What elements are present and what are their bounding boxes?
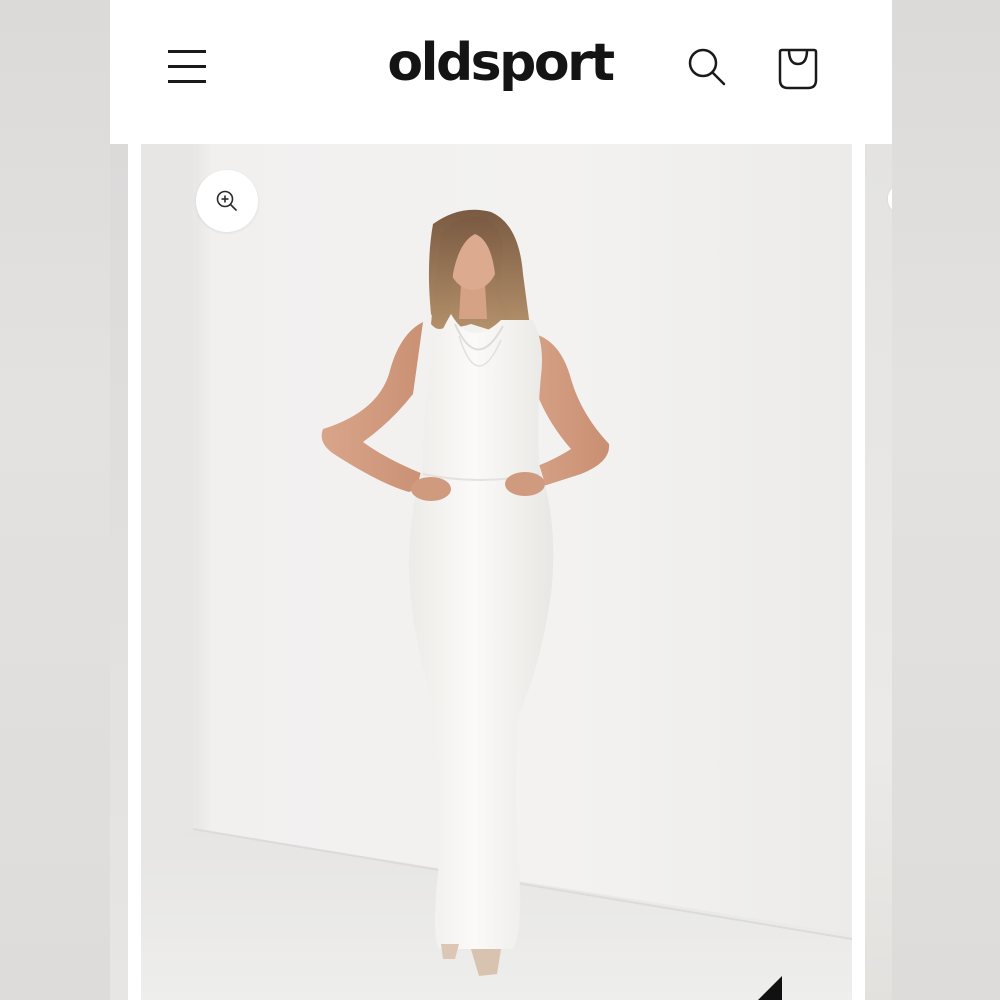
blurred-backdrop-left bbox=[0, 0, 110, 1000]
previous-slide-peek[interactable] bbox=[110, 144, 128, 1000]
product-gallery[interactable] bbox=[110, 140, 892, 1000]
mobile-page: oldsport bbox=[110, 0, 892, 1000]
corner-badge bbox=[758, 976, 782, 1000]
zoom-button[interactable] bbox=[196, 170, 258, 232]
hamburger-menu-icon-line bbox=[168, 50, 206, 53]
blurred-backdrop-right bbox=[892, 0, 1000, 1000]
next-slide-peek[interactable] bbox=[865, 144, 892, 1000]
brand-logo[interactable]: oldsport bbox=[370, 28, 630, 98]
search-button[interactable] bbox=[684, 44, 734, 94]
zoom-in-icon bbox=[216, 190, 237, 211]
product-photo[interactable] bbox=[141, 144, 852, 1000]
cart-button[interactable] bbox=[774, 42, 822, 92]
site-header: oldsport bbox=[110, 0, 892, 140]
menu-button[interactable] bbox=[166, 44, 210, 88]
shopping-bag-icon bbox=[778, 48, 818, 90]
hamburger-menu-icon-line bbox=[168, 80, 206, 83]
hamburger-menu-icon-line bbox=[168, 65, 206, 68]
search-icon bbox=[688, 48, 726, 86]
model-photo-illustration bbox=[141, 144, 852, 1000]
